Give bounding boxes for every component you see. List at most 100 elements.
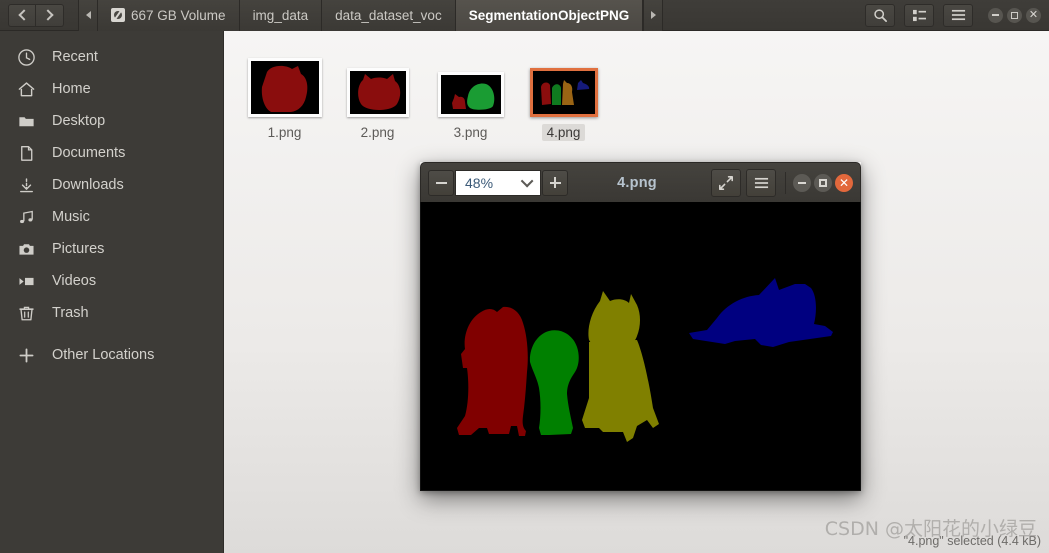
sidebar-item-label: Videos <box>52 273 97 289</box>
sidebar-item-label: Desktop <box>52 113 106 129</box>
thumbnail-image <box>440 75 501 114</box>
sidebar-item-label: Downloads <box>52 177 124 193</box>
breadcrumb-label: 667 GB Volume <box>131 7 226 23</box>
viewer-menu-button[interactable] <box>746 168 776 197</box>
zoom-in-button[interactable] <box>542 169 568 196</box>
breadcrumb-scroll-left-button[interactable] <box>78 0 98 31</box>
viewer-maximize-button[interactable] <box>814 173 832 192</box>
thumbnail-wrapper <box>437 47 504 117</box>
file-thumbnail[interactable] <box>437 72 504 117</box>
sidebar-item-trash[interactable]: Trash <box>0 297 223 329</box>
view-options-icon <box>912 9 926 21</box>
zoom-level-value: 48% <box>465 174 494 191</box>
search-button[interactable] <box>865 3 895 27</box>
file-name-label: 1.png <box>267 125 302 140</box>
breadcrumb-label: img_data <box>252 7 309 23</box>
clock-icon <box>0 48 52 67</box>
thumbnail-wrapper <box>247 47 322 117</box>
toolbar-separator <box>785 171 786 194</box>
segmentation-mask-image <box>421 202 860 490</box>
breadcrumb-label: data_dataset_voc <box>335 7 442 23</box>
breadcrumb-item-data-dataset-voc[interactable]: data_dataset_voc <box>322 0 456 31</box>
sidebar-item-other-locations[interactable]: Other Locations <box>0 339 223 371</box>
sidebar-item-label: Documents <box>52 145 126 161</box>
thumbnail-image <box>349 71 406 114</box>
file-name-label: 4.png <box>541 124 586 141</box>
viewer-title: 4.png <box>617 174 657 191</box>
breadcrumb-item-segmentationobjectpng[interactable]: SegmentationObjectPNG <box>455 0 644 31</box>
back-button[interactable] <box>8 3 36 27</box>
sidebar-item-label: Pictures <box>52 241 105 257</box>
breadcrumb-label: SegmentationObjectPNG <box>468 7 630 23</box>
chevron-down-icon <box>520 174 534 188</box>
camera-icon <box>0 240 52 259</box>
maximize-button[interactable] <box>1007 7 1022 23</box>
file-item-2[interactable]: 2.png <box>331 43 424 141</box>
file-name-label: 2.png <box>360 125 395 140</box>
folder-icon <box>0 112 52 131</box>
viewer-header-bar: 48% 4.png ✕ <box>420 162 861 202</box>
search-icon <box>873 8 887 22</box>
minus-icon <box>435 177 447 188</box>
file-thumbnail[interactable] <box>346 68 409 117</box>
image-viewer-window: 48% 4.png ✕ <box>420 162 861 491</box>
menu-button[interactable] <box>943 3 973 27</box>
video-icon <box>0 272 52 291</box>
close-button[interactable]: ✕ <box>1026 7 1041 23</box>
minimize-button[interactable] <box>988 7 1003 23</box>
drive-icon <box>111 8 125 22</box>
plus-icon <box>0 346 52 365</box>
viewer-minimize-button[interactable] <box>793 173 811 192</box>
sidebar-separator <box>0 329 223 339</box>
thumbnail-image <box>250 61 319 114</box>
thumbnail-wrapper <box>346 47 409 117</box>
home-icon <box>0 80 52 99</box>
viewer-image-canvas[interactable] <box>420 202 861 491</box>
file-item-1[interactable]: 1.png <box>238 43 331 141</box>
breadcrumb: 667 GB Volume img_data data_dataset_voc … <box>78 0 664 31</box>
sidebar-item-label: Other Locations <box>52 347 155 363</box>
sidebar-item-music[interactable]: Music <box>0 201 223 233</box>
breadcrumb-item-volume[interactable]: 667 GB Volume <box>98 0 240 31</box>
header-bar: 667 GB Volume img_data data_dataset_voc … <box>0 0 1049 31</box>
document-icon <box>0 144 52 163</box>
sidebar-item-recent[interactable]: Recent <box>0 41 223 73</box>
sidebar-item-label: Home <box>52 81 91 97</box>
trash-icon <box>0 304 52 323</box>
sidebar-item-home[interactable]: Home <box>0 73 223 105</box>
file-thumbnail[interactable] <box>247 58 322 117</box>
sidebar-item-documents[interactable]: Documents <box>0 137 223 169</box>
triangle-left-icon <box>85 11 91 19</box>
sidebar-item-downloads[interactable]: Downloads <box>0 169 223 201</box>
hamburger-menu-icon <box>951 9 965 21</box>
window-controls: ✕ <box>988 7 1041 23</box>
sidebar-item-label: Music <box>52 209 90 225</box>
file-grid: 1.png 2.png 3.png 4.png <box>224 31 1049 141</box>
sidebar-item-pictures[interactable]: Pictures <box>0 233 223 265</box>
sidebar-item-videos[interactable]: Videos <box>0 265 223 297</box>
zoom-controls: 48% <box>428 169 568 196</box>
music-note-icon <box>0 208 52 227</box>
file-item-3[interactable]: 3.png <box>424 43 517 141</box>
thumbnail-wrapper <box>529 47 598 117</box>
view-options-button[interactable] <box>904 3 934 27</box>
chevron-right-icon <box>42 9 54 21</box>
plus-icon <box>549 177 561 188</box>
fullscreen-icon <box>719 175 733 190</box>
thumbnail-image <box>532 71 595 114</box>
file-item-4[interactable]: 4.png <box>517 43 610 141</box>
download-icon <box>0 176 52 195</box>
breadcrumb-scroll-right-button[interactable] <box>643 0 664 31</box>
header-actions: ✕ <box>865 3 1049 27</box>
breadcrumb-item-img-data[interactable]: img_data <box>239 0 323 31</box>
forward-button[interactable] <box>36 3 64 27</box>
fullscreen-button[interactable] <box>711 168 741 197</box>
zoom-out-button[interactable] <box>428 169 454 196</box>
file-thumbnail-selected[interactable] <box>529 68 598 117</box>
viewer-close-button[interactable]: ✕ <box>835 173 853 192</box>
sidebar-item-desktop[interactable]: Desktop <box>0 105 223 137</box>
file-name-label: 3.png <box>453 125 488 140</box>
sidebar-item-label: Recent <box>52 49 98 65</box>
zoom-level-select[interactable]: 48% <box>455 169 541 196</box>
triangle-right-icon <box>650 11 656 19</box>
